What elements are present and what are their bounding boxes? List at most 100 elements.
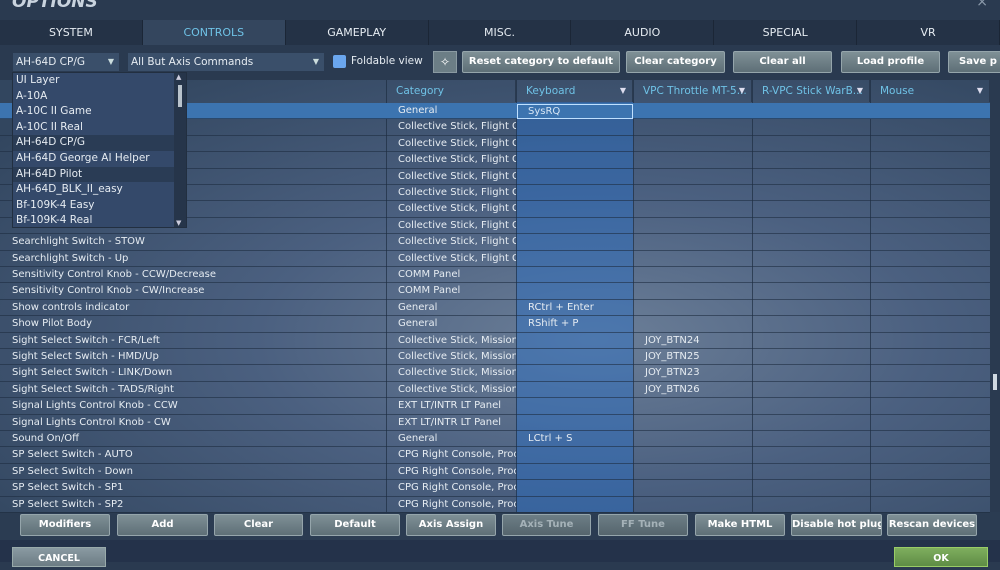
bottom-button[interactable]: Rescan devices — [887, 514, 977, 536]
table-cell: Searchlight Switch - STOW — [12, 236, 145, 248]
table-cell: Show Pilot Body — [12, 318, 92, 330]
table-row[interactable]: SP Select Switch - SP2 CPG Right Console,… — [0, 497, 990, 513]
table-cell — [516, 398, 633, 414]
bottom-button[interactable]: Make HTML — [695, 514, 785, 536]
table-row[interactable]: Signal Lights Control Knob - CW EXT LT/IN… — [0, 415, 990, 431]
table-cell: SP Select Switch - SP1 — [12, 482, 124, 494]
scroll-down-icon[interactable]: ▼ — [176, 219, 181, 227]
dropdown-item[interactable]: Bf-109K-4 Easy — [13, 198, 175, 214]
table-row[interactable]: Sight Select Switch - FCR/Left Collective… — [0, 333, 990, 349]
table-cell — [633, 201, 752, 217]
table-cell — [752, 218, 870, 234]
chevron-down-icon[interactable]: ▼ — [857, 80, 863, 102]
dropdown-scroll-thumb[interactable] — [178, 85, 182, 107]
table-row[interactable]: Sight Select Switch - LINK/Down Collectiv… — [0, 365, 990, 382]
dropdown-item[interactable]: AH-64D Pilot — [13, 166, 175, 183]
tab-gameplay[interactable]: GAMEPLAY — [286, 20, 429, 45]
bottom-button[interactable]: Modifiers — [20, 514, 110, 536]
table-cell: SP Select Switch - SP2 — [12, 498, 124, 510]
toolbar-button[interactable]: Reset category to default — [462, 51, 620, 73]
table-cell: Collective Stick, Flight Gri — [398, 252, 516, 264]
table-cell: General — [398, 301, 438, 313]
table-cell: Collective Stick, Flight Gri — [398, 137, 516, 149]
bottom-button[interactable]: Clear — [214, 514, 303, 536]
toolbar-button[interactable]: Clear category — [626, 51, 725, 73]
bottom-button[interactable]: FF Tune — [598, 514, 688, 536]
table-row[interactable]: Searchlight Switch - Up Collective Stick,… — [0, 251, 990, 267]
column-header[interactable]: R-VPC Stick WarB... ▼ — [752, 80, 870, 102]
table-cell: General — [398, 318, 438, 330]
table-cell — [516, 169, 633, 185]
table-cell — [752, 382, 870, 398]
aircraft-select[interactable]: AH-64D CP/G ▼ — [12, 52, 120, 72]
table-row[interactable]: Searchlight Switch - STOW Collective Stic… — [0, 234, 990, 251]
tab-audio[interactable]: AUDIO — [571, 20, 715, 45]
table-row[interactable]: SP Select Switch - Down CPG Right Console… — [0, 464, 990, 481]
table-scrollbar[interactable] — [990, 80, 1000, 512]
table-row[interactable]: Sound On/Off General LCtrl + S — [0, 431, 990, 448]
table-cell: Signal Lights Control Knob - CCW — [12, 400, 178, 412]
dropdown-item[interactable]: AH-64D CP/G — [13, 135, 175, 151]
dropdown-item[interactable]: A-10A — [13, 89, 175, 105]
table-cell: JOY_BTN24 — [645, 334, 700, 346]
magic-wand-icon[interactable]: ✧ — [433, 51, 457, 73]
table-row[interactable]: SP Select Switch - AUTO CPG Right Console… — [0, 447, 990, 464]
tab-system[interactable]: SYSTEM — [0, 20, 143, 45]
dropdown-item[interactable]: AH-64D George AI Helper — [13, 151, 175, 167]
table-cell — [633, 415, 752, 431]
table-row[interactable]: Sight Select Switch - HMD/Up Collective S… — [0, 349, 990, 366]
dropdown-item[interactable]: AH-64D_BLK_II_easy — [13, 182, 175, 198]
column-header[interactable]: Category — [386, 80, 516, 102]
cancel-button[interactable]: CANCEL — [12, 547, 106, 567]
table-cell — [633, 447, 752, 463]
close-icon[interactable]: × — [976, 0, 988, 10]
table-row[interactable]: Show Pilot Body General RShift + P — [0, 316, 990, 333]
toolbar-button[interactable]: Load profile — [841, 51, 940, 73]
bottom-button[interactable]: Add — [117, 514, 208, 536]
column-header[interactable]: VPC Throttle MT-5... ▼ — [633, 80, 752, 102]
table-cell — [516, 382, 633, 398]
tab-vr[interactable]: VR — [857, 20, 1000, 45]
dropdown-item[interactable]: UI Layer — [13, 73, 175, 89]
toolbar-button[interactable]: Clear all — [733, 51, 832, 73]
dropdown-scrollbar[interactable]: ▲ ▼ — [174, 73, 186, 227]
aircraft-select-value: AH-64D CP/G — [16, 56, 85, 68]
table-row[interactable]: Sight Select Switch - TADS/Right Collecti… — [0, 382, 990, 399]
dropdown-item[interactable]: A-10C II Real — [13, 120, 175, 136]
dropdown-item[interactable]: Bf-109K-4 Real — [13, 213, 175, 229]
tab-special[interactable]: SPECIAL — [714, 20, 858, 45]
ok-button[interactable]: OK — [894, 547, 988, 567]
selected-binding-cell[interactable]: SysRQ — [517, 104, 633, 119]
chevron-down-icon[interactable]: ▼ — [739, 80, 745, 102]
chevron-down-icon[interactable]: ▼ — [620, 80, 626, 102]
table-cell: Sight Select Switch - TADS/Right — [12, 383, 174, 395]
table-row[interactable]: Sensitivity Control Knob - CCW/Decrease C… — [0, 267, 990, 284]
scroll-up-icon[interactable]: ▲ — [176, 73, 181, 81]
column-header[interactable]: Keyboard ▼ — [516, 80, 633, 102]
table-cell: Sensitivity Control Knob - CCW/Decrease — [12, 269, 216, 280]
table-cell — [516, 119, 633, 135]
bottom-button[interactable]: Axis Assign — [406, 514, 496, 536]
bottom-button[interactable]: Axis Tune — [502, 514, 591, 536]
bottom-button[interactable]: Disable hot plug — [791, 514, 882, 536]
table-cell — [752, 103, 870, 119]
bottom-button[interactable]: Default — [310, 514, 400, 536]
foldable-view-checkbox[interactable] — [333, 55, 346, 68]
scrollbar-thumb[interactable] — [993, 374, 997, 390]
toolbar-button[interactable]: Save p — [948, 51, 1000, 73]
table-cell — [752, 365, 870, 381]
table-row[interactable]: SP Select Switch - SP1 CPG Right Console,… — [0, 480, 990, 497]
table-row[interactable]: Sensitivity Control Knob - CW/Increase CO… — [0, 283, 990, 300]
filter-select[interactable]: All But Axis Commands ▼ — [127, 52, 325, 72]
table-row[interactable]: Show controls indicator General RCtrl + En… — [0, 300, 990, 317]
table-cell — [752, 185, 870, 201]
tab-controls[interactable]: CONTROLS — [142, 20, 286, 45]
table-cell: COMM Panel — [398, 285, 461, 297]
table-cell — [633, 267, 752, 283]
dropdown-item[interactable]: A-10C II Game — [13, 104, 175, 120]
column-header[interactable]: Mouse ▼ — [870, 80, 990, 102]
table-cell: SP Select Switch - Down — [12, 465, 133, 477]
table-row[interactable]: Signal Lights Control Knob - CCW EXT LT/I… — [0, 398, 990, 415]
chevron-down-icon[interactable]: ▼ — [977, 80, 983, 102]
tab-misc[interactable]: MISC. — [429, 20, 572, 45]
